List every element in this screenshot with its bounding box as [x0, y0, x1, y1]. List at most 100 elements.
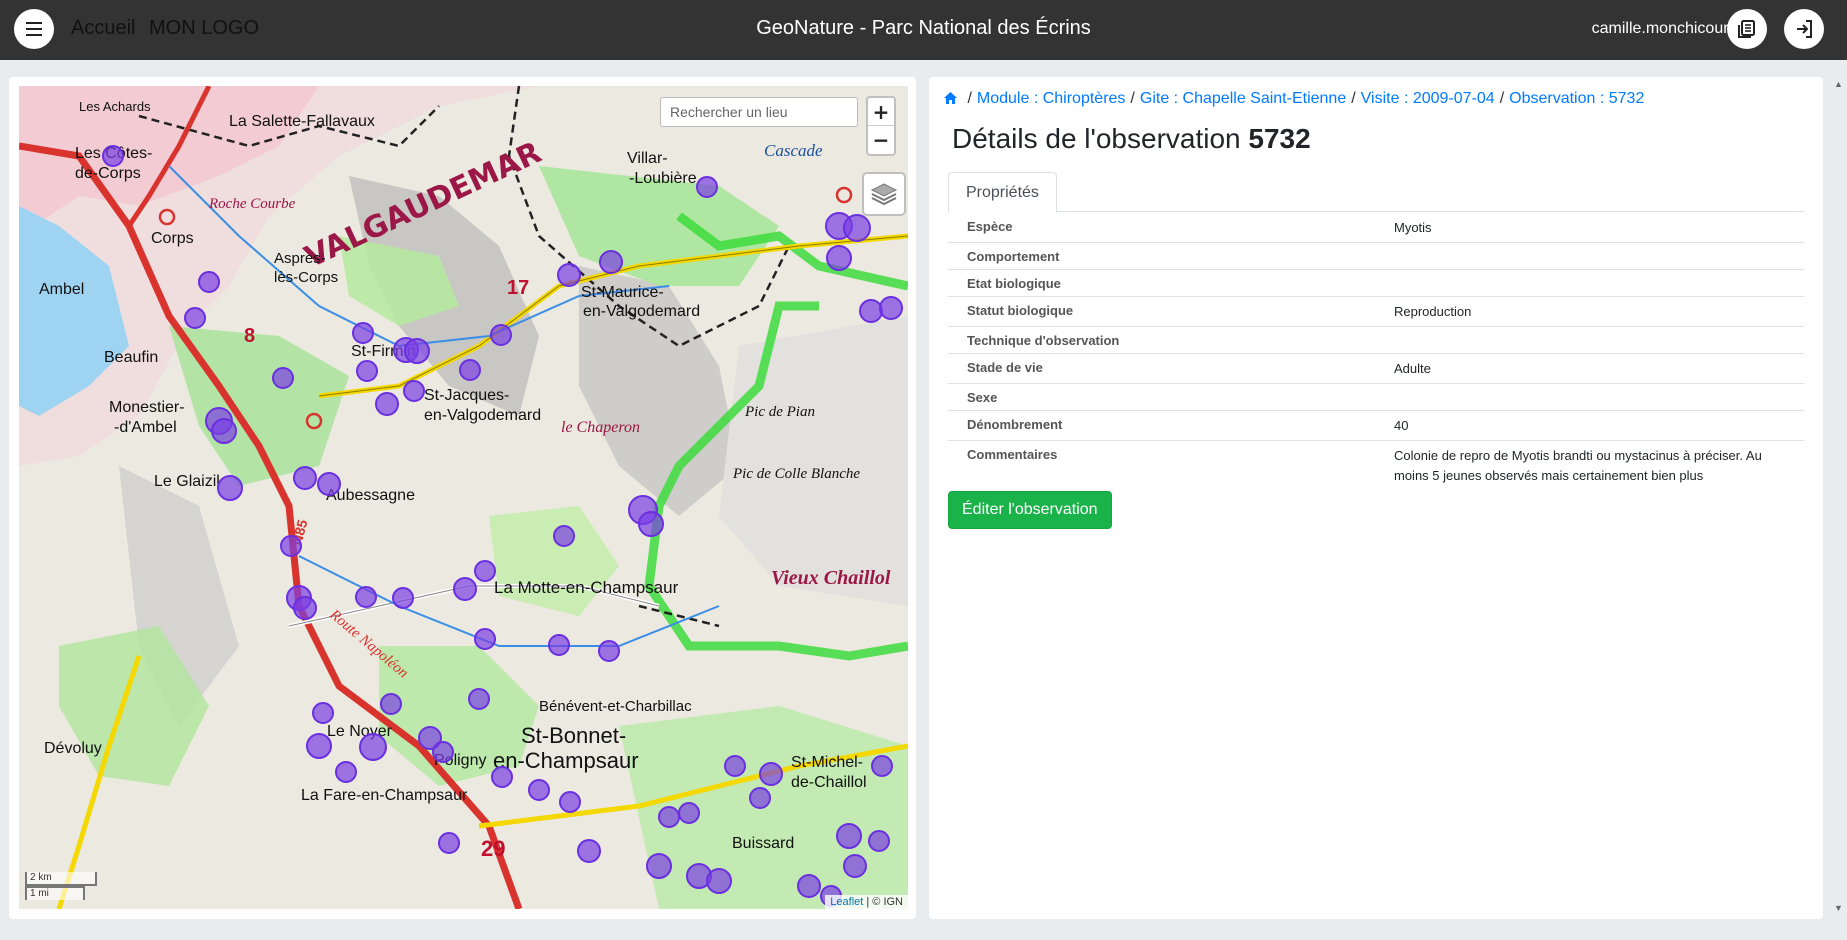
observation-marker[interactable]: [599, 250, 623, 274]
observation-marker[interactable]: [352, 322, 374, 344]
observation-marker[interactable]: [356, 360, 378, 382]
zoom-in-button[interactable]: +: [868, 98, 894, 126]
map-label: le Chaperon: [561, 419, 640, 436]
breadcrumb-module[interactable]: Module : Chiroptères: [977, 90, 1126, 107]
observation-marker[interactable]: [696, 176, 718, 198]
observation-marker[interactable]: [843, 854, 867, 878]
place-search-input[interactable]: [660, 97, 858, 127]
observation-marker[interactable]: [759, 762, 783, 786]
brand-logo[interactable]: MON LOGO: [149, 17, 259, 40]
observation-marker[interactable]: [280, 535, 302, 557]
observation-marker[interactable]: [646, 853, 672, 879]
layer-switcher-button[interactable]: [862, 172, 906, 216]
observation-marker[interactable]: [432, 741, 454, 763]
breadcrumb-home[interactable]: [943, 90, 962, 107]
zoom-out-button[interactable]: −: [868, 126, 894, 154]
breadcrumb-visite[interactable]: Visite : 2009-07-04: [1361, 90, 1495, 107]
observation-marker[interactable]: [438, 832, 460, 854]
map-label: en-Champsaur: [493, 748, 639, 773]
property-value: [1375, 383, 1804, 411]
user-name: camille.monchicourt: [1591, 20, 1733, 37]
observation-marker[interactable]: [392, 587, 414, 609]
breadcrumb-gite[interactable]: Gite : Chapelle Saint-Etienne: [1140, 90, 1346, 107]
observation-marker[interactable]: [871, 755, 893, 777]
observation-marker[interactable]: [468, 688, 490, 710]
observation-marker[interactable]: [317, 472, 341, 496]
map-label: en-Valgodemard: [424, 407, 541, 424]
menu-toggle-button[interactable]: [14, 9, 54, 49]
observation-marker[interactable]: [474, 628, 496, 650]
observation-marker[interactable]: [474, 560, 496, 582]
observation-marker[interactable]: [836, 823, 862, 849]
tab-properties[interactable]: Propriétés: [948, 172, 1057, 213]
edit-observation-button[interactable]: Éditer l'observation: [948, 491, 1112, 529]
observation-marker[interactable]: [868, 830, 890, 852]
leaflet-link[interactable]: Leaflet: [830, 896, 863, 908]
map-label: -d'Ambel: [114, 419, 177, 436]
observation-marker[interactable]: [404, 338, 430, 364]
observation-marker[interactable]: [548, 634, 570, 656]
observation-marker[interactable]: [638, 511, 664, 537]
observation-marker[interactable]: [557, 263, 581, 287]
observation-marker[interactable]: [843, 214, 871, 242]
observation-marker[interactable]: [859, 299, 883, 323]
map-label: -Loubière: [629, 170, 697, 187]
observation-marker[interactable]: [879, 296, 903, 320]
observation-marker[interactable]: [559, 791, 581, 813]
table-row: Espèce Myotis: [948, 213, 1804, 243]
property-label: Stade de vie: [948, 353, 1375, 384]
table-row: Stade de vie Adulte: [948, 353, 1804, 384]
property-label: Dénombrement: [948, 410, 1375, 441]
observation-marker[interactable]: [678, 802, 700, 824]
observation-marker[interactable]: [577, 839, 601, 863]
observation-marker[interactable]: [355, 586, 377, 608]
observation-marker[interactable]: [184, 307, 206, 329]
home-link[interactable]: Accueil: [71, 17, 135, 40]
map-label: Ambel: [39, 281, 84, 298]
topographic-basemap: VALGAUDEMAR La Salette-Fallavaux Les Ach…: [19, 86, 908, 909]
observation-marker[interactable]: [198, 271, 220, 293]
observation-marker[interactable]: [826, 245, 852, 271]
map-label: Aspres-: [274, 250, 326, 267]
map-label: Corps: [151, 230, 194, 247]
observation-marker[interactable]: [553, 525, 575, 547]
observation-marker[interactable]: [706, 868, 732, 894]
observation-marker[interactable]: [217, 475, 243, 501]
breadcrumb-observation[interactable]: Observation : 5732: [1509, 90, 1644, 107]
map-label: Le Glaizil: [154, 473, 220, 490]
observation-marker[interactable]: [453, 577, 477, 601]
observation-marker[interactable]: [272, 367, 294, 389]
observation-marker[interactable]: [335, 761, 357, 783]
observation-marker[interactable]: [380, 693, 402, 715]
page-scrollbar[interactable]: ▲ ▼: [1829, 73, 1847, 921]
observation-marker[interactable]: [293, 596, 317, 620]
observation-marker[interactable]: [797, 874, 821, 898]
logout-button[interactable]: [1784, 9, 1824, 49]
observation-marker[interactable]: [724, 755, 746, 777]
property-label: Comportement: [948, 242, 1375, 270]
scroll-down-icon[interactable]: ▼: [1834, 903, 1843, 913]
map-card: VALGAUDEMAR La Salette-Fallavaux Les Ach…: [9, 77, 916, 919]
observation-marker[interactable]: [375, 392, 399, 416]
property-label: Technique d'observation: [948, 326, 1375, 354]
observation-marker[interactable]: [459, 359, 481, 381]
observation-marker[interactable]: [491, 766, 513, 788]
observation-marker[interactable]: [102, 145, 124, 167]
page-title-prefix: Détails de l'observation: [952, 123, 1241, 154]
observation-marker[interactable]: [490, 324, 512, 346]
observation-marker[interactable]: [598, 640, 620, 662]
observation-marker[interactable]: [312, 702, 334, 724]
observation-marker[interactable]: [293, 466, 317, 490]
scroll-up-icon[interactable]: ▲: [1834, 79, 1843, 89]
observation-marker[interactable]: [359, 733, 387, 761]
observation-marker[interactable]: [749, 787, 771, 809]
property-label: Etat biologique: [948, 269, 1375, 297]
documentation-button[interactable]: [1727, 9, 1767, 49]
observation-marker[interactable]: [306, 733, 332, 759]
book-icon: [1738, 20, 1755, 38]
observation-marker[interactable]: [528, 779, 550, 801]
map-view[interactable]: VALGAUDEMAR La Salette-Fallavaux Les Ach…: [19, 86, 908, 909]
observation-marker[interactable]: [403, 380, 425, 402]
observation-marker[interactable]: [211, 418, 237, 444]
observation-marker[interactable]: [658, 806, 680, 828]
